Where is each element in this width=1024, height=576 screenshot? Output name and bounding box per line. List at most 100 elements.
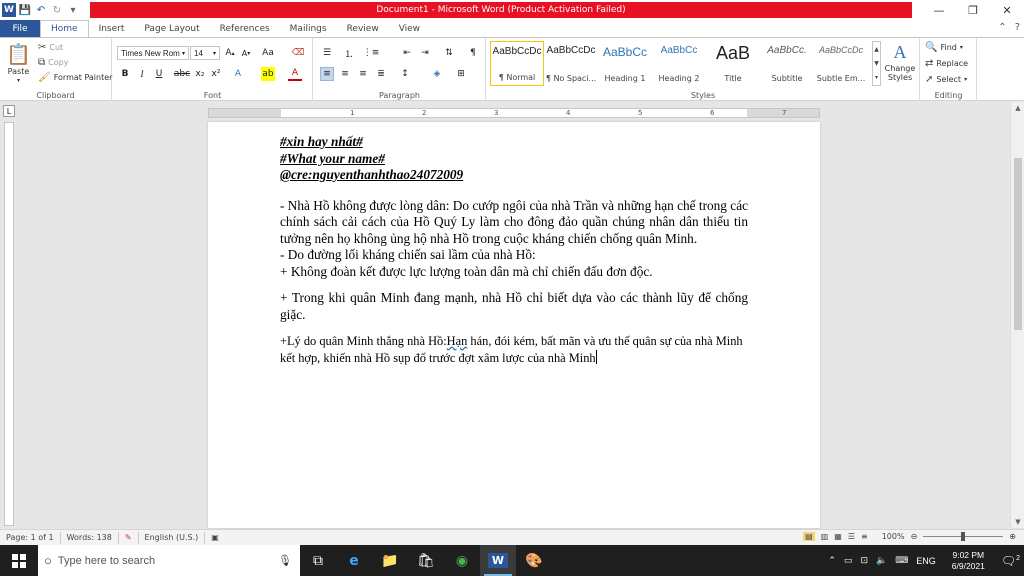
underline-button[interactable]: U: [152, 67, 166, 81]
tab-view[interactable]: View: [389, 20, 430, 37]
style-heading-2[interactable]: AaBbCc Heading 2: [652, 41, 706, 86]
customize-qat-icon[interactable]: ▾: [66, 3, 80, 17]
help-icon[interactable]: ?: [1015, 22, 1020, 33]
scroll-up-icon[interactable]: ▲: [1011, 102, 1024, 114]
document-body[interactable]: #xin hay nhất# #What your name# @cre:ngu…: [280, 134, 748, 366]
replace-button[interactable]: ⇄ Replace: [925, 58, 968, 69]
decrease-indent-icon[interactable]: ⇤: [400, 46, 414, 60]
close-button[interactable]: ✕: [990, 0, 1024, 20]
proofing-icon[interactable]: ✎: [119, 531, 139, 544]
horizontal-ruler[interactable]: 1 2 3 4 5 6 7: [208, 108, 820, 118]
tab-mailings[interactable]: Mailings: [280, 20, 337, 37]
scroll-down-icon[interactable]: ▼: [1011, 516, 1024, 528]
tab-references[interactable]: References: [210, 20, 280, 37]
word-taskbar-icon[interactable]: W: [480, 545, 516, 576]
numbering-icon[interactable]: ⒈: [342, 46, 356, 60]
undo-icon[interactable]: ↶: [34, 3, 48, 17]
highlight-button[interactable]: ab: [261, 67, 275, 81]
borders-icon[interactable]: ⊞: [454, 67, 468, 81]
notifications-icon[interactable]: 🗨2: [997, 554, 1024, 568]
strikethrough-button[interactable]: abc: [174, 67, 190, 81]
shading-icon[interactable]: ◈: [430, 67, 444, 81]
italic-button[interactable]: I: [135, 67, 149, 81]
zoom-level[interactable]: 100%: [882, 532, 905, 541]
format-painter-button[interactable]: 🖌 Format Painter: [38, 72, 112, 83]
cut-button[interactable]: ✂ Cut: [38, 42, 63, 53]
maximize-button[interactable]: ❐: [956, 0, 990, 20]
page-count[interactable]: Page: 1 of 1: [0, 531, 61, 544]
redo-icon[interactable]: ↻: [50, 3, 64, 17]
more-icon[interactable]: ▾: [875, 74, 878, 81]
microphone-icon[interactable]: 🎙: [278, 554, 292, 567]
document-page[interactable]: #xin hay nhất# #What your name# @cre:ngu…: [208, 122, 820, 528]
copy-button[interactable]: ⧉ Copy: [38, 57, 68, 68]
increase-indent-icon[interactable]: ⇥: [418, 46, 432, 60]
scroll-thumb[interactable]: [1014, 158, 1022, 330]
font-family-select[interactable]: Times New Rom ▾: [117, 46, 189, 60]
style-subtle-emphasis[interactable]: AaBbCcDc Subtle Em...: [814, 41, 868, 86]
battery-icon[interactable]: ▭: [840, 555, 857, 566]
paste-button[interactable]: 📋 Paste ▾: [6, 42, 31, 84]
change-styles-button[interactable]: A Change Styles: [884, 42, 916, 82]
task-view-icon[interactable]: ⧉: [300, 545, 336, 576]
tab-insert[interactable]: Insert: [89, 20, 135, 37]
outline-icon[interactable]: ☰: [848, 532, 855, 541]
subscript-button[interactable]: x₂: [193, 67, 207, 81]
grow-font-button[interactable]: A ▴: [223, 46, 237, 60]
font-color-button[interactable]: A: [288, 67, 302, 81]
zoom-slider[interactable]: [923, 532, 1004, 541]
clear-formatting-icon[interactable]: ⌫: [291, 46, 305, 60]
minimize-button[interactable]: —: [922, 0, 956, 20]
zoom-out-icon[interactable]: ⊖: [911, 532, 918, 541]
print-layout-icon[interactable]: ▤: [803, 532, 815, 541]
chevron-up-icon[interactable]: ⌃: [824, 555, 840, 566]
edge-icon[interactable]: e: [336, 545, 372, 576]
style-normal[interactable]: AaBbCcDc ¶ Normal: [490, 41, 544, 86]
web-layout-icon[interactable]: ▦: [834, 532, 842, 541]
tab-review[interactable]: Review: [337, 20, 389, 37]
select-button[interactable]: ➚ Select ▾: [925, 74, 967, 85]
bold-button[interactable]: B: [118, 67, 132, 81]
vertical-scrollbar[interactable]: ▲ ▼: [1010, 102, 1024, 528]
sort-icon[interactable]: ⇅: [442, 46, 456, 60]
word-logo-icon[interactable]: W: [2, 3, 16, 17]
change-case-button[interactable]: Aa: [261, 46, 275, 60]
align-left-button[interactable]: ≡: [320, 67, 334, 81]
macro-icon[interactable]: ▣: [205, 532, 225, 544]
multilevel-list-icon[interactable]: ⋮≡: [363, 46, 380, 60]
taskbar-search[interactable]: ○ Type here to search 🎙: [38, 545, 300, 576]
volume-icon[interactable]: 🔈: [872, 555, 891, 566]
full-screen-icon[interactable]: ▥: [821, 532, 829, 541]
align-center-button[interactable]: ≡: [338, 67, 352, 81]
file-explorer-icon[interactable]: 📁: [372, 545, 408, 576]
justify-button[interactable]: ≣: [374, 67, 388, 81]
styles-scroll[interactable]: ▲ ▼ ▾: [872, 41, 881, 86]
style-subtitle[interactable]: AaBbCc. Subtitle: [760, 41, 814, 86]
find-button[interactable]: 🔍 Find ▾: [925, 42, 963, 53]
shrink-font-button[interactable]: A ▾: [239, 46, 253, 60]
tab-home[interactable]: Home: [40, 20, 89, 37]
store-icon[interactable]: 🛍: [408, 545, 444, 576]
minimize-ribbon-icon[interactable]: ⌃: [998, 22, 1006, 33]
save-icon[interactable]: 💾: [18, 3, 32, 17]
app-icon[interactable]: ◉: [444, 545, 480, 576]
vertical-ruler[interactable]: [4, 122, 14, 526]
chevron-up-icon[interactable]: ▲: [874, 46, 879, 53]
clock[interactable]: 9:02 PM 6/9/2021: [940, 550, 997, 572]
zoom-in-icon[interactable]: ⊕: [1009, 532, 1016, 541]
chevron-down-icon[interactable]: ▼: [874, 60, 879, 67]
language-indicator[interactable]: English (U.S.): [139, 531, 206, 544]
input-language[interactable]: ENG: [912, 556, 940, 566]
line-spacing-icon[interactable]: ↕: [398, 67, 412, 81]
tab-file[interactable]: File: [0, 20, 40, 37]
ime-icon[interactable]: ⌨: [891, 555, 912, 566]
superscript-button[interactable]: x²: [209, 67, 223, 81]
style-heading-1[interactable]: AaBbCc Heading 1: [598, 41, 652, 86]
show-formatting-icon[interactable]: ¶: [466, 46, 480, 60]
tab-stop-selector[interactable]: L: [3, 105, 15, 117]
network-icon[interactable]: ⊡: [856, 555, 872, 566]
tab-page-layout[interactable]: Page Layout: [134, 20, 209, 37]
bullets-icon[interactable]: ☰: [320, 46, 334, 60]
style-no-spacing[interactable]: AaBbCcDc ¶ No Spaci...: [544, 41, 598, 86]
start-button[interactable]: [0, 545, 38, 576]
